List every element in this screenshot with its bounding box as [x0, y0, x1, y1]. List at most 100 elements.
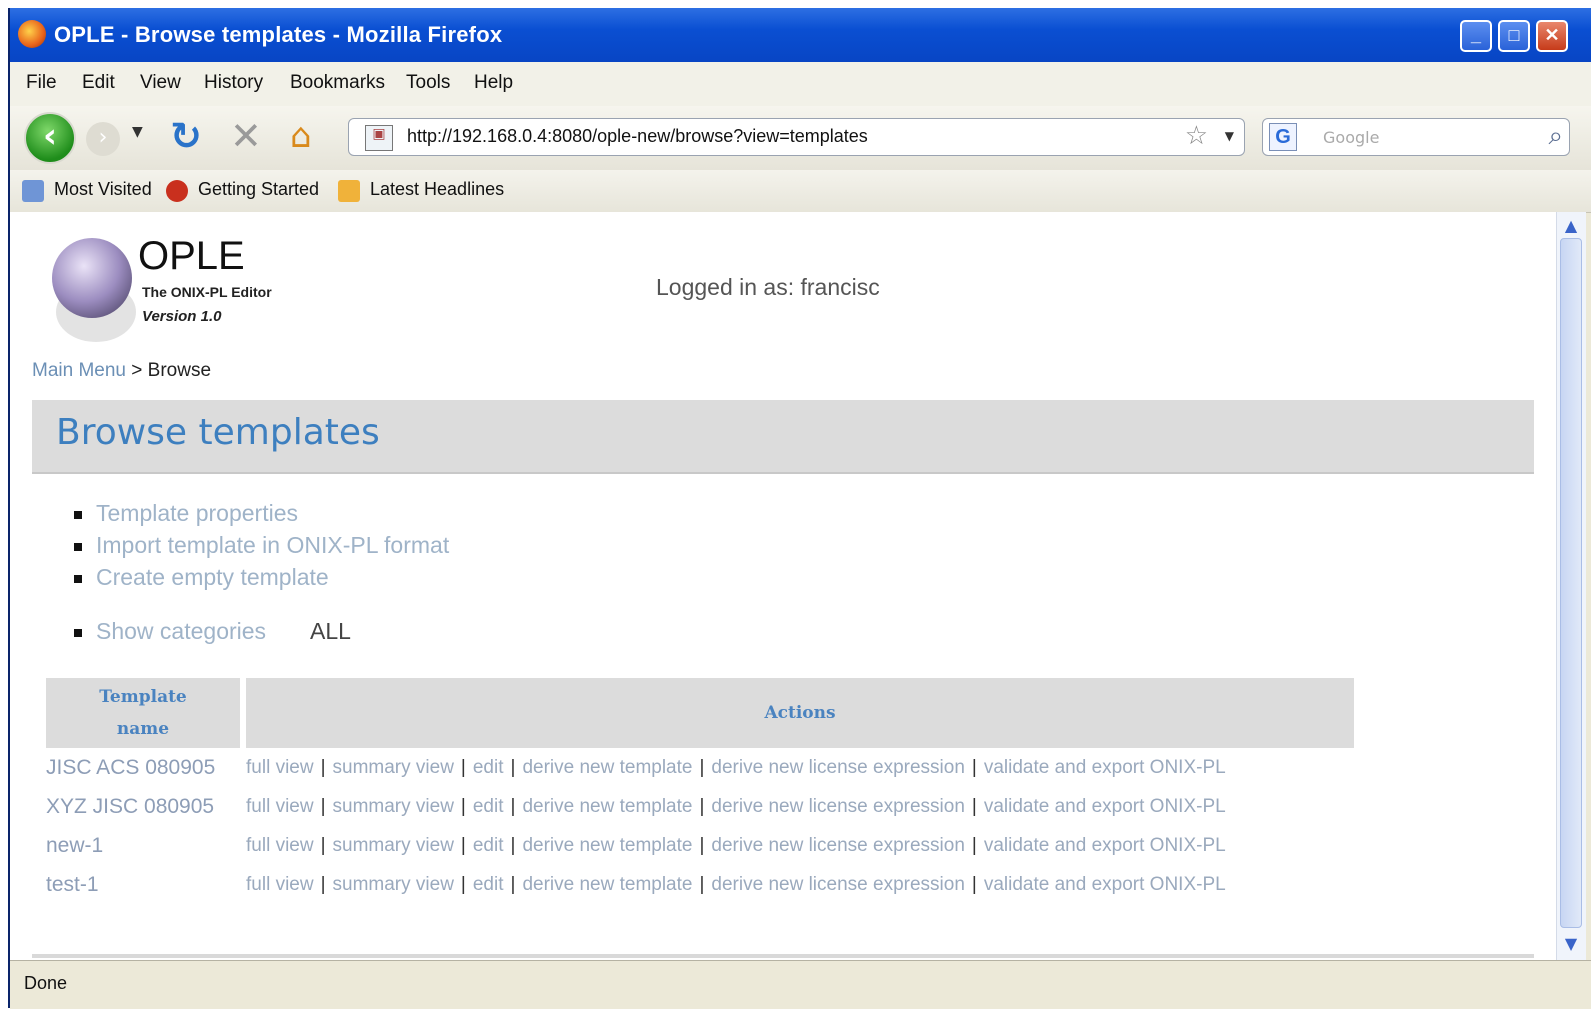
full-view-link[interactable]: full view [246, 757, 314, 778]
menu-file[interactable]: File [26, 72, 57, 94]
derive-new-license-expression-link[interactable]: derive new license expression [711, 874, 964, 895]
rss-feed-icon [338, 180, 360, 202]
login-status: Logged in as: francisc [656, 274, 880, 300]
menu-edit[interactable]: Edit [82, 72, 115, 94]
summary-view-link[interactable]: summary view [333, 874, 454, 895]
scroll-down-icon[interactable]: ▼ [1561, 934, 1581, 954]
page-content: OPLE The ONIX-PL Editor Version 1.0 Logg… [10, 212, 1556, 960]
table-header-row: Template name Actions [46, 678, 1354, 748]
derive-new-template-link[interactable]: derive new template [522, 874, 692, 895]
scroll-up-icon[interactable]: ▲ [1561, 216, 1581, 236]
column-header-template-name[interactable]: Template name [46, 678, 240, 748]
validate-and-export-link[interactable]: validate and export ONIX-PL [984, 874, 1226, 895]
full-view-link[interactable]: full view [246, 835, 314, 856]
menu-view[interactable]: View [140, 72, 181, 94]
derive-new-template-link[interactable]: derive new template [522, 757, 692, 778]
url-text[interactable]: http://192.168.0.4:8080/ople-new/browse?… [407, 126, 868, 147]
bookmark-latest-headlines[interactable]: Latest Headlines [370, 179, 504, 200]
close-button[interactable]: ✕ [1536, 20, 1568, 52]
template-name-cell[interactable]: XYZ JISC 080905 [46, 787, 240, 826]
getting-started-icon [166, 180, 188, 202]
footer-divider [32, 954, 1534, 958]
window-title: OPLE - Browse templates - Mozilla Firefo… [54, 22, 503, 47]
full-view-link[interactable]: full view [246, 796, 314, 817]
title-bar: OPLE - Browse templates - Mozilla Firefo… [10, 8, 1591, 62]
create-empty-template-link[interactable]: Create empty template [96, 564, 329, 591]
bookmark-star-icon[interactable]: ☆ [1185, 121, 1208, 151]
site-favicon-icon: ▣ [365, 125, 393, 151]
menu-bar: File Edit View History Bookmarks Tools H… [10, 62, 1591, 106]
forward-button[interactable]: › [86, 122, 120, 156]
logo-title: OPLE [138, 234, 245, 278]
search-bar[interactable]: G Google ⌕ [1262, 118, 1570, 156]
table-row: new-1 full view | summary view | edit | derive… [46, 826, 1354, 865]
status-bar: Done [10, 960, 1591, 1009]
search-magnifier-icon[interactable]: ⌕ [1548, 121, 1563, 152]
menu-tools[interactable]: Tools [406, 72, 450, 94]
firefox-logo-icon [18, 20, 46, 48]
validate-and-export-link[interactable]: validate and export ONIX-PL [984, 796, 1226, 817]
breadcrumb: Main Menu > Browse [32, 360, 211, 382]
minimize-button[interactable]: _ [1460, 20, 1492, 52]
bookmark-most-visited[interactable]: Most Visited [54, 179, 152, 200]
derive-new-license-expression-link[interactable]: derive new license expression [711, 757, 964, 778]
breadcrumb-main-menu-link[interactable]: Main Menu [32, 360, 126, 381]
summary-view-link[interactable]: summary view [333, 757, 454, 778]
template-name-cell[interactable]: test-1 [46, 865, 240, 904]
url-dropdown-icon[interactable]: ▼ [1225, 129, 1234, 143]
logo-version: Version 1.0 [142, 308, 222, 325]
navigation-toolbar: ‹ › ▼ ↻ ✕ ⌂ ▣ http://192.168.0.4:8080/op… [10, 106, 1591, 170]
history-dropdown-icon[interactable]: ▼ [132, 124, 143, 140]
edit-link[interactable]: edit [473, 757, 504, 778]
actions-cell: full view | summary view | edit | derive new t… [246, 834, 1226, 856]
menu-bookmarks[interactable]: Bookmarks [290, 72, 385, 94]
scrollbar-thumb[interactable] [1560, 238, 1582, 928]
validate-and-export-link[interactable]: validate and export ONIX-PL [984, 835, 1226, 856]
google-engine-icon[interactable]: G [1269, 123, 1297, 151]
breadcrumb-separator: > [126, 360, 148, 381]
actions-cell: full view | summary view | edit | derive new t… [246, 795, 1226, 817]
table-row: JISC ACS 080905 full view | summary view | e… [46, 748, 1354, 787]
column-header-actions[interactable]: Actions [246, 678, 1354, 748]
template-name-cell[interactable]: new-1 [46, 826, 240, 865]
import-template-link[interactable]: Import template in ONIX-PL format [96, 532, 449, 559]
derive-new-template-link[interactable]: derive new template [522, 835, 692, 856]
summary-view-link[interactable]: summary view [333, 835, 454, 856]
full-view-link[interactable]: full view [246, 874, 314, 895]
categories-value: ALL [310, 618, 351, 644]
search-input[interactable]: Google [1323, 128, 1379, 147]
page-title: Browse templates [56, 412, 380, 453]
status-text: Done [24, 973, 68, 993]
logo-subtitle: The ONIX-PL Editor [142, 284, 272, 300]
most-visited-icon [22, 180, 44, 202]
derive-new-template-link[interactable]: derive new template [522, 796, 692, 817]
breadcrumb-current: Browse [147, 360, 212, 381]
header-text: Template [99, 687, 187, 707]
ople-logo-icon [52, 238, 132, 318]
bookmarks-toolbar: Most Visited Getting Started Latest Head… [10, 170, 1591, 213]
actions-cell: full view | summary view | edit | derive new t… [246, 756, 1226, 778]
bookmark-getting-started[interactable]: Getting Started [198, 179, 319, 200]
summary-view-link[interactable]: summary view [333, 796, 454, 817]
edit-link[interactable]: edit [473, 796, 504, 817]
edit-link[interactable]: edit [473, 835, 504, 856]
reload-icon[interactable]: ↻ [170, 114, 202, 158]
template-properties-link[interactable]: Template properties [96, 500, 298, 527]
back-button[interactable]: ‹ [24, 112, 76, 164]
derive-new-license-expression-link[interactable]: derive new license expression [711, 835, 964, 856]
maximize-button[interactable]: □ [1498, 20, 1530, 52]
table-row: test-1 full view | summary view | edit | deriv… [46, 865, 1354, 904]
menu-history[interactable]: History [204, 72, 263, 94]
vertical-scrollbar[interactable]: ▲ ▼ [1556, 212, 1586, 960]
edit-link[interactable]: edit [473, 874, 504, 895]
template-name-cell[interactable]: JISC ACS 080905 [46, 748, 240, 787]
derive-new-license-expression-link[interactable]: derive new license expression [711, 796, 964, 817]
show-categories-link[interactable]: Show categories [96, 618, 266, 645]
validate-and-export-link[interactable]: validate and export ONIX-PL [984, 757, 1226, 778]
home-icon[interactable]: ⌂ [290, 116, 312, 156]
stop-icon[interactable]: ✕ [230, 114, 262, 158]
table-row: XYZ JISC 080905 full view | summary view | e… [46, 787, 1354, 826]
menu-help[interactable]: Help [474, 72, 513, 94]
actions-cell: full view | summary view | edit | derive new t… [246, 873, 1226, 895]
address-bar[interactable]: ▣ http://192.168.0.4:8080/ople-new/brows… [348, 118, 1245, 156]
